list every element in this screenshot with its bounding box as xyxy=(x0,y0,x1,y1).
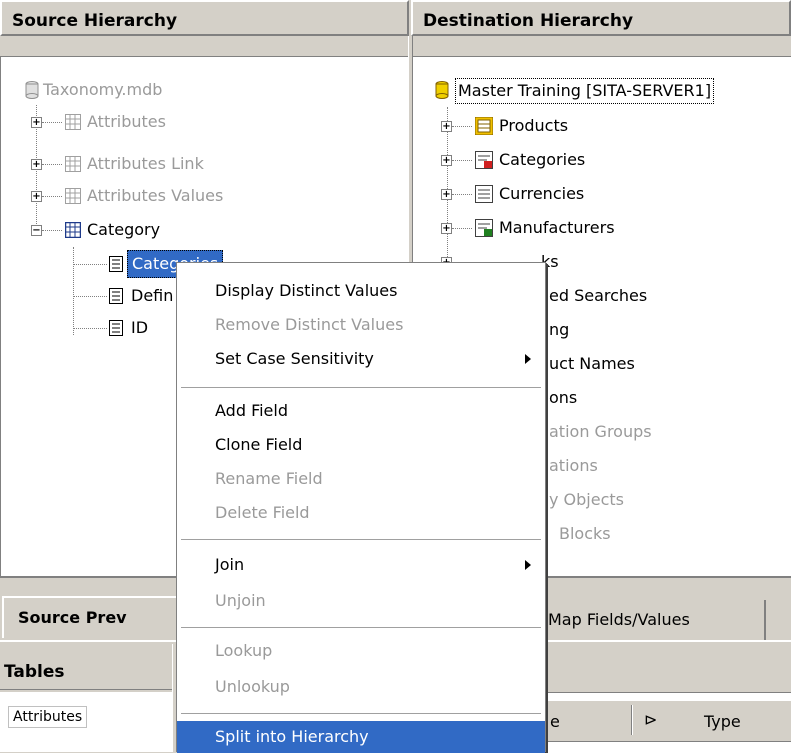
context-menu[interactable]: Display Distinct Values Remove Distinct … xyxy=(176,262,546,753)
grid-column-partial: e xyxy=(550,712,560,731)
tree-item-label: ations xyxy=(549,456,598,475)
tree-item-label: ed Searches xyxy=(549,286,648,305)
table-icon xyxy=(65,156,81,172)
field-icon xyxy=(109,256,123,272)
table-icon xyxy=(65,114,81,130)
submenu-arrow-icon xyxy=(525,560,531,570)
database-icon xyxy=(25,81,39,99)
tab-source-preview[interactable]: Source Prev xyxy=(2,596,202,638)
expand-icon[interactable]: + xyxy=(441,189,452,200)
tree-item-label: ng xyxy=(549,320,570,339)
menu-separator xyxy=(181,387,541,388)
menu-item-label: Set Case Sensitivity xyxy=(215,349,374,368)
tree-item-label: Manufacturers xyxy=(499,218,615,237)
tree-item-label: Category xyxy=(87,220,161,239)
source-tree-item[interactable]: + Attributes Link xyxy=(31,147,391,181)
taxonomy-table-icon xyxy=(475,151,493,169)
expand-icon[interactable]: + xyxy=(441,223,452,234)
menu-item-label: Join xyxy=(215,555,245,574)
expand-icon[interactable]: + xyxy=(441,121,452,132)
tables-list[interactable]: Attributes xyxy=(0,692,172,752)
source-tree-item[interactable]: + Attributes xyxy=(31,105,391,139)
field-label: ID xyxy=(131,318,149,337)
flat-table-icon xyxy=(475,185,493,203)
source-root-label: Taxonomy.mdb xyxy=(43,80,163,99)
lookup-table-icon xyxy=(475,219,493,237)
tree-item-label: ons xyxy=(549,388,578,407)
tree-item-label: ation Groups xyxy=(549,422,652,441)
tree-item-label: Attributes Values xyxy=(87,186,224,205)
menu-separator xyxy=(181,713,541,714)
menu-separator xyxy=(181,539,541,540)
tree-item-label: Blocks xyxy=(559,524,611,543)
column-separator[interactable] xyxy=(631,705,633,735)
menu-item-add-field[interactable]: Add Field xyxy=(177,395,545,427)
field-label: Defin xyxy=(131,286,174,305)
database-icon xyxy=(435,81,449,99)
tree-item-label: Categories xyxy=(499,150,586,169)
menu-item-set-case-sensitivity[interactable]: Set Case Sensitivity xyxy=(177,343,545,375)
sort-icon[interactable]: ⊳ xyxy=(644,710,657,729)
tree-item-label: uct Names xyxy=(549,354,635,373)
destination-tree-item[interactable]: + Categories xyxy=(441,143,781,177)
expand-icon[interactable]: + xyxy=(31,159,42,170)
menu-item-delete-field: Delete Field xyxy=(215,503,310,522)
source-tree-item[interactable]: + Attributes Values xyxy=(31,179,391,213)
tree-item-label: Attributes xyxy=(87,112,166,131)
destination-tree-item[interactable]: + Manufacturers xyxy=(441,211,781,245)
tree-item-label: Currencies xyxy=(499,184,585,203)
tree-item-label: y Objects xyxy=(549,490,624,509)
table-icon xyxy=(65,222,81,238)
table-icon xyxy=(65,188,81,204)
menu-item-unjoin: Unjoin xyxy=(215,591,266,610)
menu-item-rename-field: Rename Field xyxy=(215,469,323,488)
destination-root-node[interactable]: Master Training [SITA-SERVER1] xyxy=(435,73,791,107)
tables-row-label[interactable]: Attributes xyxy=(8,706,88,728)
destination-tree-item[interactable]: + Products xyxy=(441,109,781,143)
grid-header-row: e ⊳ Type xyxy=(546,700,791,742)
destination-root-label: Master Training [SITA-SERVER1] xyxy=(455,78,715,104)
tree-item-label: Products xyxy=(499,116,569,135)
field-icon xyxy=(109,320,123,336)
menu-item-remove-distinct-values: Remove Distinct Values xyxy=(215,315,404,334)
expand-icon[interactable]: + xyxy=(31,117,42,128)
menu-item-display-distinct-values[interactable]: Display Distinct Values xyxy=(177,275,545,307)
hierarchy-table-icon xyxy=(475,117,493,135)
menu-item-split-into-hierarchy[interactable]: Split into Hierarchy xyxy=(177,721,545,753)
menu-item-unlookup: Unlookup xyxy=(215,677,290,696)
submenu-arrow-icon xyxy=(525,354,531,364)
collapse-icon[interactable]: − xyxy=(31,225,42,236)
destination-hierarchy-header: Destination Hierarchy xyxy=(411,0,791,36)
tree-item-label: Attributes Link xyxy=(87,154,204,173)
source-tree-item-category[interactable]: − Category xyxy=(31,213,391,247)
menu-item-clone-field[interactable]: Clone Field xyxy=(177,429,545,461)
field-icon xyxy=(109,288,123,304)
expand-icon[interactable]: + xyxy=(31,191,42,202)
menu-separator xyxy=(181,627,541,628)
destination-tree-item[interactable]: + Currencies xyxy=(441,177,781,211)
tables-header: Tables xyxy=(0,644,172,690)
grid-column-type[interactable]: Type xyxy=(704,712,741,731)
expand-icon[interactable]: + xyxy=(441,155,452,166)
source-hierarchy-header: Source Hierarchy xyxy=(0,0,409,36)
menu-item-join[interactable]: Join xyxy=(177,549,545,581)
menu-item-lookup: Lookup xyxy=(215,641,273,660)
